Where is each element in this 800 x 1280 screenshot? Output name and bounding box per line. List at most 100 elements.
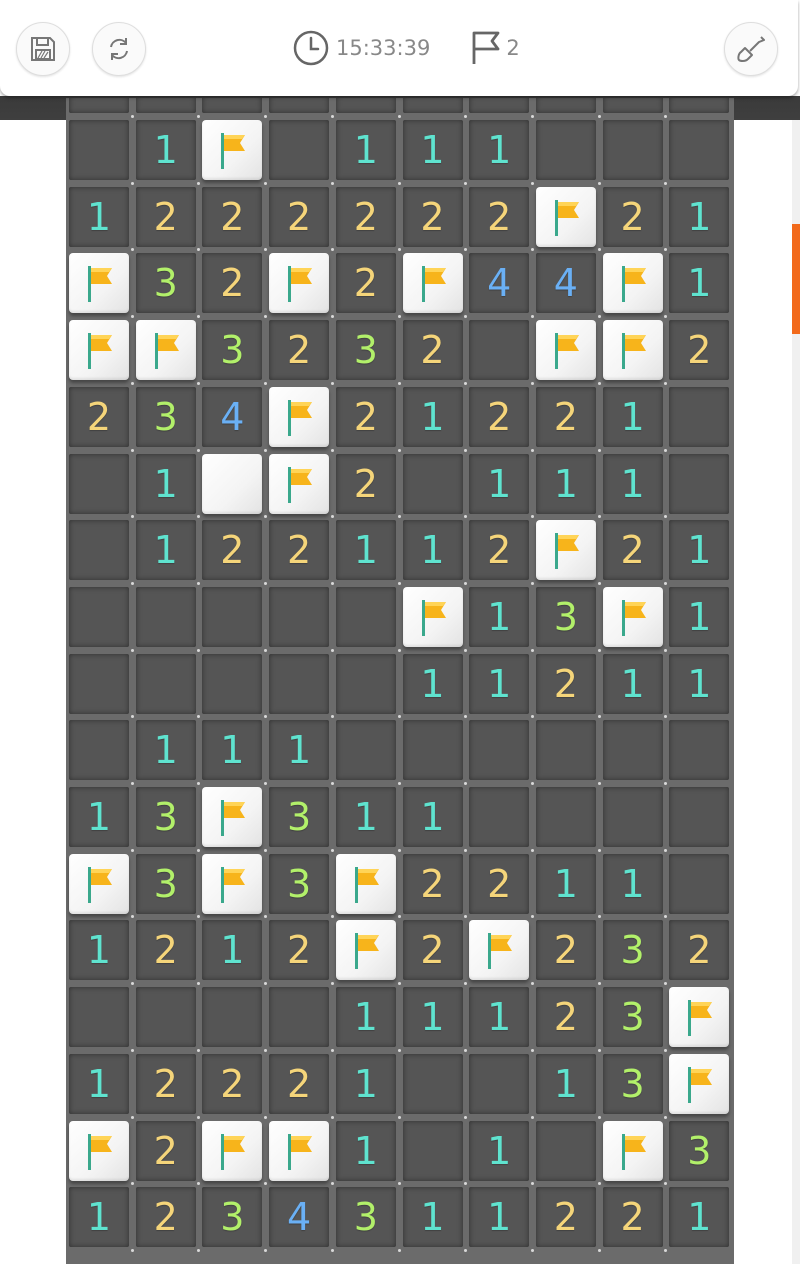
- flagged-cell[interactable]: [69, 853, 129, 914]
- board-cell[interactable]: [402, 453, 463, 514]
- board-cell[interactable]: [669, 453, 730, 514]
- board-cell[interactable]: 1: [402, 987, 463, 1048]
- board-cell[interactable]: 2: [135, 920, 196, 981]
- board-cell[interactable]: 1: [535, 1053, 596, 1114]
- board-cell[interactable]: 1: [402, 787, 463, 847]
- flagged-cell[interactable]: [402, 253, 463, 314]
- board-cell[interactable]: [69, 653, 129, 714]
- board-cell[interactable]: 1: [335, 120, 396, 180]
- board-cell[interactable]: [402, 98, 463, 114]
- board-cell[interactable]: [69, 120, 129, 180]
- flagged-cell[interactable]: [602, 586, 663, 647]
- board-cell[interactable]: [202, 98, 263, 114]
- board-cell[interactable]: [669, 720, 730, 781]
- board-cell[interactable]: [269, 653, 330, 714]
- board-cell[interactable]: [402, 1053, 463, 1114]
- board-cell[interactable]: [535, 720, 596, 781]
- flagged-cell[interactable]: [202, 120, 263, 180]
- board-cell[interactable]: 3: [135, 253, 196, 314]
- board-cell[interactable]: [69, 453, 129, 514]
- board-cell[interactable]: [535, 98, 596, 114]
- flagged-cell[interactable]: [135, 320, 196, 381]
- board-cell[interactable]: 1: [602, 853, 663, 914]
- board-cell[interactable]: [469, 98, 530, 114]
- board-cell[interactable]: 2: [469, 520, 530, 581]
- board-cell[interactable]: 3: [669, 1120, 730, 1181]
- board-cell[interactable]: 1: [135, 453, 196, 514]
- board-cell[interactable]: 2: [335, 186, 396, 247]
- board-cell[interactable]: [602, 720, 663, 781]
- board-cell[interactable]: 2: [402, 920, 463, 981]
- flagged-cell[interactable]: [535, 520, 596, 581]
- board-cell[interactable]: [602, 120, 663, 180]
- board-cell[interactable]: 1: [335, 1053, 396, 1114]
- flagged-cell[interactable]: [602, 1120, 663, 1181]
- board-cell[interactable]: 1: [669, 253, 730, 314]
- board-cell[interactable]: 1: [469, 120, 530, 180]
- board-cell[interactable]: [135, 586, 196, 647]
- board-cell[interactable]: 2: [269, 920, 330, 981]
- board-cell[interactable]: 2: [469, 853, 530, 914]
- flagged-cell[interactable]: [69, 253, 129, 314]
- board-cell[interactable]: [469, 787, 530, 847]
- board-cell[interactable]: 1: [669, 186, 730, 247]
- board-cell[interactable]: 1: [69, 787, 129, 847]
- board-cell[interactable]: 2: [269, 520, 330, 581]
- board-cell[interactable]: 1: [535, 853, 596, 914]
- board-cell[interactable]: [135, 98, 196, 114]
- board-cell[interactable]: 1: [469, 653, 530, 714]
- board-cell[interactable]: 1: [69, 186, 129, 247]
- board-cell[interactable]: [535, 1120, 596, 1181]
- board-cell[interactable]: 2: [402, 853, 463, 914]
- board-cell[interactable]: [335, 586, 396, 647]
- board-cell[interactable]: [602, 787, 663, 847]
- flagged-cell[interactable]: [335, 920, 396, 981]
- board-cell[interactable]: 1: [202, 920, 263, 981]
- board-cell[interactable]: 1: [402, 653, 463, 714]
- flagged-cell[interactable]: [335, 853, 396, 914]
- board-cell[interactable]: [202, 653, 263, 714]
- board-cell[interactable]: 1: [669, 653, 730, 714]
- board-cell[interactable]: 2: [669, 320, 730, 381]
- board-cell[interactable]: 1: [669, 586, 730, 647]
- board-cell[interactable]: 1: [402, 386, 463, 447]
- board-cell[interactable]: [335, 98, 396, 114]
- board-cell[interactable]: 1: [202, 720, 263, 781]
- board-cell[interactable]: 4: [535, 253, 596, 314]
- board-cell[interactable]: [469, 320, 530, 381]
- board-cell[interactable]: 1: [402, 520, 463, 581]
- flagged-cell[interactable]: [469, 920, 530, 981]
- board-cell[interactable]: 2: [402, 186, 463, 247]
- board-cell[interactable]: [669, 853, 730, 914]
- board-cell[interactable]: [469, 1053, 530, 1114]
- board-cell[interactable]: [269, 987, 330, 1048]
- restart-button[interactable]: [92, 22, 146, 76]
- board-cell[interactable]: 2: [202, 253, 263, 314]
- board-cell[interactable]: [269, 98, 330, 114]
- flagged-cell[interactable]: [269, 1120, 330, 1181]
- board-cell[interactable]: 1: [602, 453, 663, 514]
- board-cell[interactable]: 1: [335, 1120, 396, 1181]
- flagged-cell[interactable]: [202, 787, 263, 847]
- board-cell[interactable]: 1: [402, 1187, 463, 1248]
- board-cell[interactable]: 2: [135, 1120, 196, 1181]
- board-cell[interactable]: 1: [69, 1187, 129, 1248]
- board-cell[interactable]: 3: [135, 386, 196, 447]
- save-button[interactable]: [16, 22, 70, 76]
- board-cell[interactable]: 2: [335, 453, 396, 514]
- board-cell[interactable]: 1: [269, 720, 330, 781]
- board-cell[interactable]: [402, 1120, 463, 1181]
- board-cell[interactable]: 1: [335, 520, 396, 581]
- scrollbar-thumb[interactable]: [792, 224, 800, 334]
- board-cell[interactable]: 3: [602, 1053, 663, 1114]
- board-cell[interactable]: 2: [202, 520, 263, 581]
- board-cell[interactable]: 1: [469, 453, 530, 514]
- board-cell[interactable]: 1: [335, 987, 396, 1048]
- board-cell[interactable]: 2: [135, 1053, 196, 1114]
- board-cell[interactable]: [69, 987, 129, 1048]
- board-cell[interactable]: 2: [202, 1053, 263, 1114]
- board-cell[interactable]: [335, 720, 396, 781]
- board-cell[interactable]: 1: [469, 987, 530, 1048]
- board-cell[interactable]: 1: [535, 453, 596, 514]
- board-cell[interactable]: [135, 987, 196, 1048]
